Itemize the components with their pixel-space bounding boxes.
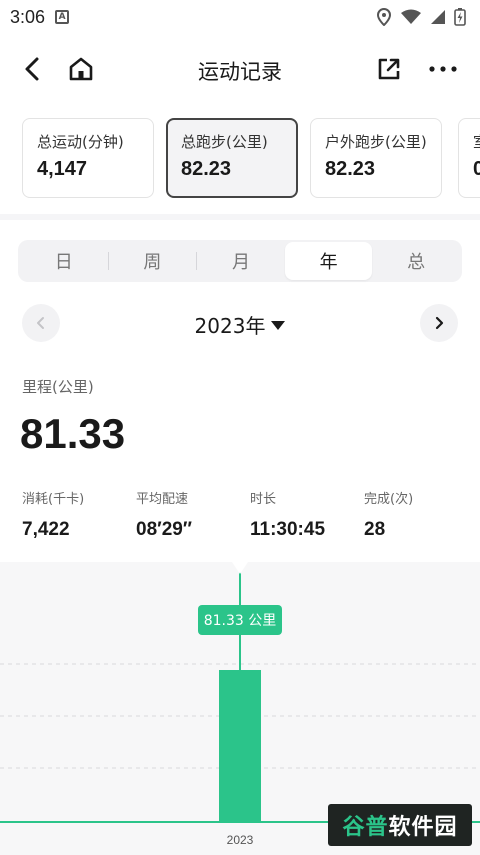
tab-total[interactable]: 总	[372, 242, 460, 280]
next-year-button[interactable]	[420, 304, 458, 342]
metric-calories: 消耗(千卡) 7,422	[22, 488, 84, 541]
notification-icon: A	[55, 10, 70, 24]
wifi-icon	[401, 9, 421, 24]
metric-label: 完成(次)	[364, 492, 414, 507]
x-tick-label: 2023	[227, 833, 254, 847]
more-icon	[429, 66, 457, 72]
status-time: 3:06	[10, 6, 46, 27]
metric-label: 消耗(千卡)	[22, 492, 85, 507]
distance-value: 81.33	[20, 410, 126, 457]
watermark-logo: 谷普 软件园	[328, 804, 472, 846]
tab-year[interactable]: 年	[284, 242, 373, 280]
stat-card-outdoor-running[interactable]: 户外跑步(公里) 82.23	[310, 118, 442, 198]
signal-icon	[431, 10, 445, 24]
location-icon	[376, 8, 392, 26]
chart-tooltip-label: 81.33 公里	[204, 613, 277, 629]
status-icons	[376, 8, 466, 26]
stat-card-value: 4,147	[37, 158, 88, 180]
top-bar: 运动记录	[0, 34, 480, 106]
share-button[interactable]	[374, 54, 404, 84]
metric-value: 08′29″	[136, 519, 192, 540]
more-button[interactable]	[426, 54, 460, 84]
stat-card-total-running[interactable]: 总跑步(公里) 82.23	[166, 118, 298, 198]
section-divider	[0, 214, 480, 220]
page-title: 运动记录	[198, 60, 282, 84]
metric-value: 28	[364, 519, 386, 540]
tab-week[interactable]: 周	[109, 242, 197, 280]
metric-label: 时长	[250, 492, 277, 507]
tab-day[interactable]: 日	[20, 242, 108, 280]
year-selector: 2023年	[0, 304, 480, 344]
year-dropdown[interactable]: 2023年	[0, 310, 480, 339]
metric-completed: 完成(次) 28	[364, 488, 413, 541]
stat-cards: 总运动(分钟) 4,147 总跑步(公里) 82.23 户外跑步(公里) 82.…	[0, 118, 480, 198]
metric-label: 平均配速	[136, 492, 189, 507]
watermark-part1: 谷普	[342, 815, 389, 840]
share-icon	[378, 58, 400, 80]
distance-label: 里程(公里)	[22, 378, 94, 396]
stat-card-label: 室	[473, 131, 480, 152]
status-bar: 3:06 A	[0, 0, 480, 34]
chart-bar	[219, 670, 261, 822]
stat-card-label: 总跑步(公里)	[181, 133, 268, 151]
stat-card-value: 0	[473, 158, 480, 180]
stat-card-total-exercise[interactable]: 总运动(分钟) 4,147	[22, 118, 154, 198]
stat-card-value: 82.23	[181, 158, 232, 180]
chart-pointer	[232, 562, 248, 574]
year-label: 2023年	[194, 314, 266, 338]
metric-value: 11:30:45	[250, 519, 326, 540]
stat-card-label: 总运动(分钟)	[37, 133, 124, 151]
watermark-part2: 软件园	[388, 815, 458, 840]
metrics-row: 消耗(千卡) 7,422 平均配速 08′29″ 时长 11:30:45 完成(…	[0, 488, 480, 548]
tab-month[interactable]: 月	[197, 242, 285, 280]
battery-icon	[454, 8, 466, 26]
metric-avg-pace: 平均配速 08′29″	[136, 488, 192, 541]
stat-card-indoor-running[interactable]: 室 0	[458, 118, 480, 198]
stat-card-value: 82.23	[325, 158, 376, 180]
chevron-right-icon	[435, 316, 444, 330]
stat-card-label: 户外跑步(公里)	[325, 133, 427, 151]
period-tabs: 日 周 月 年 总	[18, 240, 462, 282]
metric-duration: 时长 11:30:45	[250, 488, 325, 541]
metric-value: 7,422	[22, 519, 70, 540]
caret-down-icon	[271, 321, 286, 330]
